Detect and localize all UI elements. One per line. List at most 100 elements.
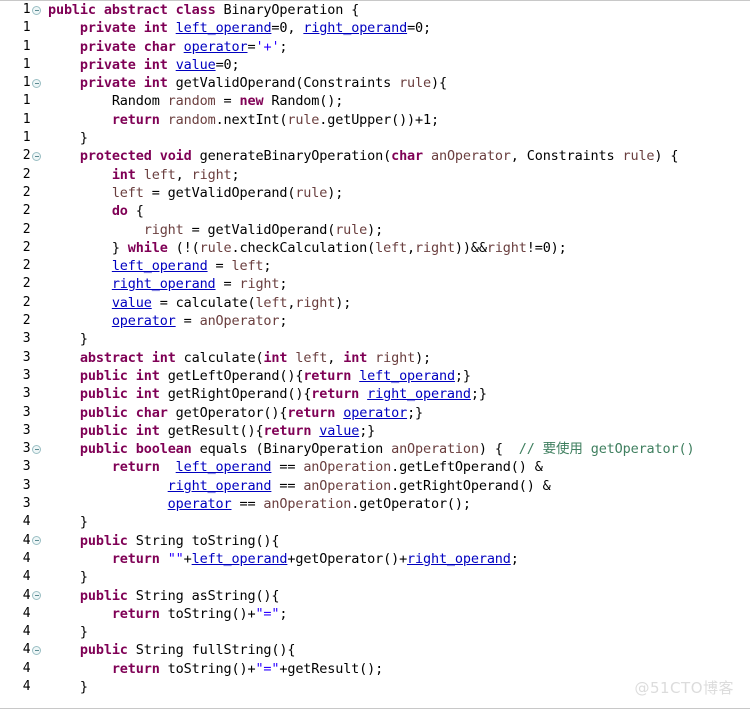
code-line[interactable]: 30 } xyxy=(0,330,750,348)
collapse-minus-icon[interactable] xyxy=(32,645,41,655)
code-line[interactable]: 22 left = getValidOperand(rule); xyxy=(0,184,750,202)
code-token: value xyxy=(319,422,360,439)
code-token: random xyxy=(167,93,216,110)
code-token: } xyxy=(48,130,88,147)
collapse-minus-icon[interactable] xyxy=(32,151,41,161)
collapse-minus-icon[interactable] xyxy=(32,444,41,454)
line-number: 12 xyxy=(22,2,30,17)
collapse-minus-icon[interactable] xyxy=(32,78,41,88)
code-token: calculate( xyxy=(175,349,264,366)
code-token: return xyxy=(303,367,352,384)
code-line[interactable]: 25 } while (!(rule.checkCalculation(left… xyxy=(0,239,750,257)
code-line-content: do { xyxy=(44,202,750,220)
code-line-content: public int getLeftOperand(){return left_… xyxy=(44,367,750,385)
code-line[interactable]: 36 public boolean equals (BinaryOperatio… xyxy=(0,440,750,458)
code-token: "=" xyxy=(255,605,280,622)
code-token: int xyxy=(343,349,368,366)
code-token: +getOperator()+ xyxy=(287,550,408,567)
code-line[interactable]: 46 } xyxy=(0,623,750,641)
code-token: do xyxy=(111,203,128,220)
code-line[interactable]: 26 left_operand = left; xyxy=(0,257,750,275)
code-line[interactable]: 39 operator == anOperation.getOperator()… xyxy=(0,495,750,513)
code-line[interactable]: 47 public String fullString(){ xyxy=(0,641,750,659)
code-line[interactable]: 38 right_operand == anOperation.getRight… xyxy=(0,477,750,495)
code-line[interactable]: 42 return ""+left_operand+getOperator()+… xyxy=(0,550,750,568)
code-line[interactable]: 18 return random.nextInt(rule.getUpper()… xyxy=(0,111,750,129)
line-number: 21 xyxy=(22,166,30,182)
code-line[interactable]: 20 protected void generateBinaryOperatio… xyxy=(0,147,750,165)
code-token: public xyxy=(79,367,128,384)
code-token: // 要使用 getOperator() xyxy=(518,441,695,458)
code-token: right xyxy=(295,294,336,311)
code-token: } xyxy=(48,678,88,695)
code-line[interactable]: 34 public char getOperator(){return oper… xyxy=(0,404,750,422)
code-line-content: right = getValidOperand(rule); xyxy=(44,221,750,239)
code-line[interactable]: 28 value = calculate(left,right); xyxy=(0,294,750,312)
code-line[interactable]: 29 operator = anOperator; xyxy=(0,312,750,330)
collapse-minus-icon[interactable] xyxy=(32,536,41,546)
code-line-content: right_operand == anOperation.getRightOpe… xyxy=(44,477,750,495)
code-line[interactable]: 33 public int getRightOperand(){return r… xyxy=(0,385,750,403)
code-line[interactable]: 13 private int left_operand=0, right_ope… xyxy=(0,19,750,37)
code-line[interactable]: 45 return toString()+"="; xyxy=(0,605,750,623)
code-line[interactable]: 12 public abstract class BinaryOperation … xyxy=(0,1,750,19)
code-line[interactable]: 31 abstract int calculate(int left, int … xyxy=(0,349,750,367)
code-token: left_operand xyxy=(191,550,288,567)
code-line[interactable]: 43 } xyxy=(0,568,750,586)
code-line[interactable]: 37 return left_operand == anOperation.ge… xyxy=(0,458,750,476)
code-line[interactable]: 48 return toString()+"="+getResult(); xyxy=(0,660,750,678)
code-token: left xyxy=(255,294,288,311)
line-number: 47 xyxy=(22,642,30,658)
line-number: 36 xyxy=(22,441,30,457)
code-token: rule xyxy=(622,148,655,165)
code-token: "=" xyxy=(255,660,280,677)
code-token: abstract xyxy=(103,2,168,18)
code-line[interactable]: 15 private int value=0; xyxy=(0,56,750,74)
code-token: ; xyxy=(263,258,272,275)
code-line[interactable]: 27 right_operand = right; xyxy=(0,275,750,293)
code-line[interactable]: 23 do { xyxy=(0,202,750,220)
code-line[interactable]: 21 int left, right; xyxy=(0,166,750,184)
code-token: ); xyxy=(335,294,352,311)
code-editor[interactable]: 12 public abstract class BinaryOperation … xyxy=(0,0,750,709)
code-line[interactable]: 17 Random random = new Random(); xyxy=(0,92,750,110)
collapse-minus-icon[interactable] xyxy=(32,5,41,15)
code-line[interactable]: 41 public String toString(){ xyxy=(0,532,750,550)
code-line[interactable]: 40 } xyxy=(0,513,750,531)
code-line[interactable]: 16 private int getValidOperand(Constrain… xyxy=(0,74,750,92)
code-token: "" xyxy=(167,550,184,567)
code-token: =0, xyxy=(271,20,304,37)
code-line[interactable]: 35 public int getResult(){return value;} xyxy=(0,422,750,440)
code-token: int xyxy=(143,56,168,73)
code-line[interactable]: 24 right = getValidOperand(rule); xyxy=(0,221,750,239)
code-token: left_operand xyxy=(175,459,272,476)
code-line-content: return toString()+"="; xyxy=(44,605,750,623)
code-line[interactable]: 14 private char operator='+'; xyxy=(0,38,750,56)
code-token: } xyxy=(48,624,88,641)
code-text-area[interactable]: 12 public abstract class BinaryOperation … xyxy=(0,1,750,708)
line-number: 23 xyxy=(22,203,30,219)
code-token: int xyxy=(151,349,176,366)
line-number: 30 xyxy=(22,331,30,347)
code-token: } xyxy=(48,239,128,256)
code-line-content: } xyxy=(44,129,750,147)
code-token: char xyxy=(135,404,168,421)
code-line[interactable]: 32 public int getLeftOperand(){return le… xyxy=(0,367,750,385)
collapse-minus-icon[interactable] xyxy=(32,591,41,600)
code-token: toString()+ xyxy=(159,660,256,677)
line-number: 46 xyxy=(22,624,30,640)
code-token: return xyxy=(111,605,160,622)
code-line-content: public String asString(){ xyxy=(44,587,750,605)
code-token: == xyxy=(271,459,304,476)
code-line[interactable]: 19 } xyxy=(0,129,750,147)
code-line[interactable]: 44 public String asString(){ xyxy=(0,587,750,605)
code-token: getRightOperand(){ xyxy=(159,386,312,403)
code-token: return xyxy=(311,386,360,403)
code-token: .nextInt( xyxy=(215,111,288,128)
